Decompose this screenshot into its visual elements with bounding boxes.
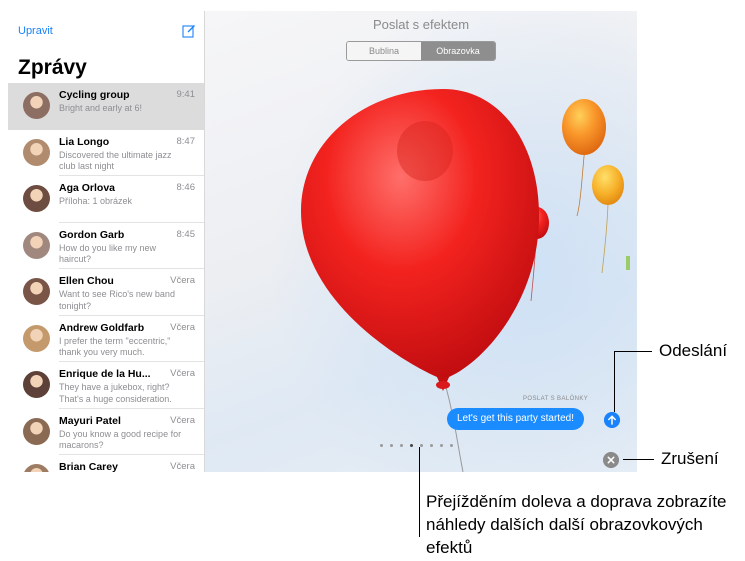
- page-dot[interactable]: [450, 444, 453, 447]
- tab-bubble[interactable]: Bublina: [347, 42, 421, 60]
- page-dot[interactable]: [400, 444, 403, 447]
- conversation-preview: Bright and early at 6!: [59, 103, 143, 113]
- balloons-illustration: [205, 11, 637, 472]
- conversation-preview: Want to see Rico's new band tonight?: [59, 289, 175, 311]
- page-indicator[interactable]: [380, 444, 453, 447]
- message-bubble: Let's get this party started!: [447, 408, 584, 430]
- effect-title: Poslat s efektem: [372, 17, 470, 32]
- conversation-row[interactable]: Lia Longo 8:47 Discovered the ultimate jaz…: [8, 130, 204, 176]
- conversation-name: Ellen Chou: [59, 275, 114, 287]
- conversation-time: Včera: [170, 368, 195, 379]
- conversation-row[interactable]: Enrique de la Hu... Včera They have a juke…: [8, 362, 204, 409]
- conversation-time: Včera: [170, 414, 195, 426]
- page-dot[interactable]: [410, 444, 413, 447]
- page-dot[interactable]: [430, 444, 433, 447]
- avatar: [23, 231, 50, 259]
- conversation-name: Cycling group: [59, 89, 130, 101]
- effect-preview: Poslat s efektem Bublina Obrazovka POSLA…: [205, 11, 637, 472]
- conversation-name: Enrique de la Hu...: [59, 368, 151, 380]
- conversation-preview: How do you like my new haircut?: [59, 242, 157, 265]
- conversation-name: Mayuri Patel: [59, 414, 121, 427]
- avatar: [23, 464, 50, 472]
- page-dot[interactable]: [390, 444, 393, 447]
- avatar: [23, 278, 50, 305]
- conversation-time: 9:41: [176, 89, 196, 100]
- conversation-row[interactable]: Aga Orlova 8:46 Příloha: 1 obrázek: [8, 176, 204, 223]
- conversation-row[interactable]: Andrew Goldfarb Včera I prefer the term "e…: [8, 316, 204, 362]
- messages-sidebar: Upravit Zprávy Cycling group 9:41 Bright a…: [8, 11, 205, 472]
- avatar: [23, 138, 50, 166]
- conversation-time: 8:45: [176, 228, 196, 240]
- avatar: [23, 92, 50, 119]
- effect-name-label: POSLAT S BALÓNKY: [523, 396, 589, 402]
- cancel-callout: Zrušení: [661, 449, 719, 468]
- conversation-time: 8:47: [176, 135, 196, 147]
- conversation-preview: Do you know a good recipe for macarons?: [59, 428, 182, 451]
- conversation-list: Cycling group 9:41 Bright and early at 6! L…: [8, 83, 204, 472]
- effect-type-segmented-control: Bublina Obrazovka: [346, 41, 496, 61]
- page-dot[interactable]: [420, 444, 423, 447]
- conversation-time: Včera: [170, 461, 195, 472]
- send-callout-line: [614, 351, 615, 412]
- tab-screen[interactable]: Obrazovka: [421, 42, 495, 60]
- page-title: Zprávy: [18, 56, 87, 79]
- conversation-time: Včera: [170, 321, 195, 333]
- swipe-callout-line: [419, 447, 420, 537]
- conversation-row[interactable]: Ellen Chou Včera Want to see Rico's new ba…: [8, 269, 204, 316]
- avatar: [23, 417, 50, 445]
- conversation-name: Aga Orlova: [59, 182, 116, 194]
- conversation-row[interactable]: Cycling group 9:41 Bright and early at 6!: [8, 83, 204, 130]
- conversation-time: 8:46: [176, 182, 196, 193]
- conversation-preview: Příloha: 1 obrázek: [59, 196, 133, 206]
- conversation-time: Včera: [170, 275, 195, 286]
- send-button[interactable]: [604, 412, 620, 428]
- page-dot[interactable]: [440, 444, 443, 447]
- conversation-row[interactable]: Mayuri Patel Včera Do you know a good reci…: [8, 409, 204, 455]
- cancel-button[interactable]: [603, 452, 619, 468]
- conversation-preview: I prefer the term "eccentric," thank you…: [59, 335, 171, 358]
- conversation-name: Brian Carey: [59, 461, 118, 472]
- conversation-row[interactable]: Gordon Garb 8:45 How do you like my new ha…: [8, 223, 204, 269]
- cancel-callout-line: [623, 459, 654, 460]
- avatar: [23, 324, 50, 352]
- avatar: [23, 371, 50, 398]
- conversation-name: Andrew Goldfarb: [59, 321, 145, 334]
- conversation-preview: Discovered the ultimate jazz club last n…: [59, 149, 172, 172]
- ipad-screen: Upravit Zprávy Cycling group 9:41 Bright a…: [8, 11, 637, 472]
- send-callout-line-h: [614, 351, 652, 352]
- compose-icon[interactable]: [182, 24, 196, 38]
- conversation-name: Lia Longo: [59, 135, 110, 148]
- avatar: [23, 185, 50, 212]
- swipe-callout: Přejížděním doleva a doprava zobrazíte n…: [426, 492, 727, 557]
- conversation-row[interactable]: Brian Carey Včera: [8, 455, 204, 472]
- edit-button[interactable]: Upravit: [18, 25, 53, 37]
- conversation-name: Gordon Garb: [59, 228, 125, 241]
- page-dot[interactable]: [380, 444, 383, 447]
- conversation-preview: They have a jukebox, right? That's a hug…: [59, 382, 172, 404]
- send-callout: Odeslání: [659, 341, 728, 360]
